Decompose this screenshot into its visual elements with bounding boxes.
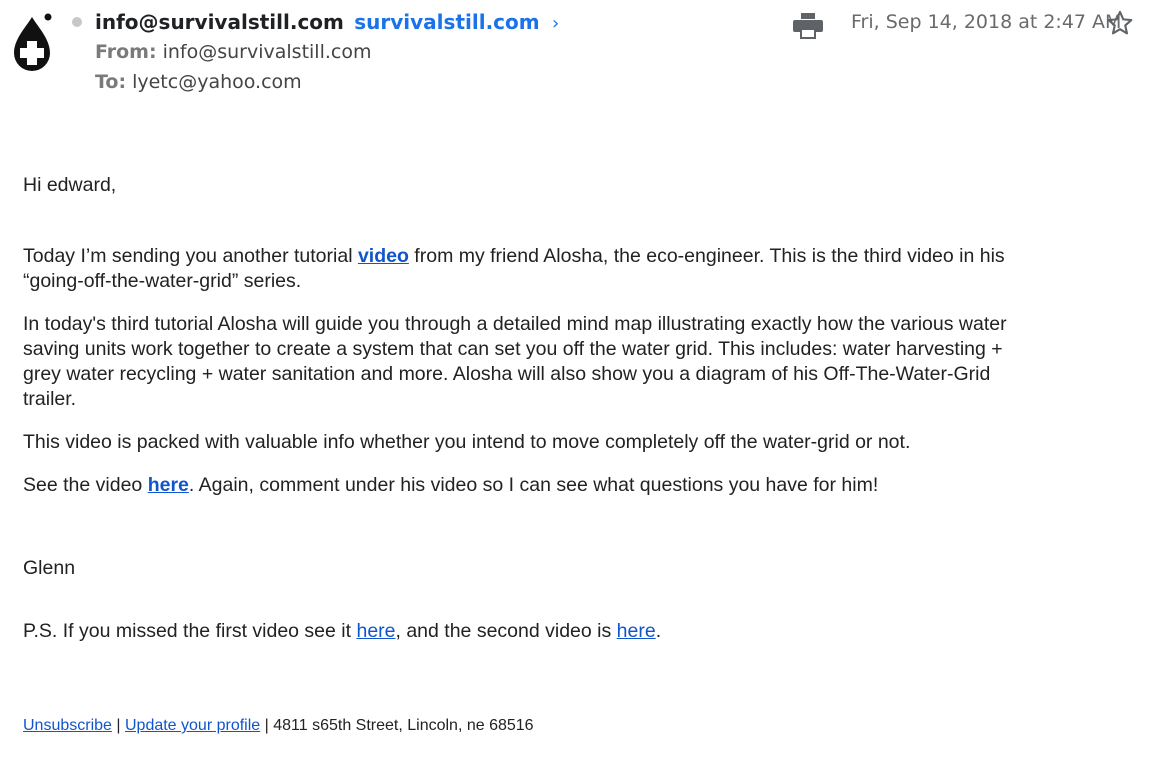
signature: Glenn xyxy=(23,557,76,579)
star-icon[interactable] xyxy=(1106,9,1134,37)
unsubscribe-link[interactable]: Unsubscribe xyxy=(23,717,112,734)
first-video-link[interactable]: here xyxy=(356,620,395,642)
footer-address: 4811 s65th Street, Lincoln, ne 68516 xyxy=(273,717,534,734)
from-value: info@survivalstill.com xyxy=(162,41,372,63)
postscript: P.S. If you missed the first video see i… xyxy=(23,619,1023,644)
video-link[interactable]: video xyxy=(358,245,409,267)
print-icon[interactable] xyxy=(793,13,823,39)
to-value: lyetc@yahoo.com xyxy=(132,71,302,93)
second-video-link[interactable]: here xyxy=(617,620,656,642)
sender-name[interactable]: info@survivalstill.com xyxy=(95,10,344,34)
email-header: info@survivalstill.com survivalstill.com… xyxy=(0,0,1164,110)
paragraph-intro: Today I’m sending you another tutorial v… xyxy=(23,244,1023,294)
water-drop-plus-icon[interactable] xyxy=(8,11,56,75)
see-video-here-link[interactable]: here xyxy=(148,474,189,496)
email-footer: Unsubscribe | Update your profile | 4811… xyxy=(23,717,534,735)
status-dot xyxy=(72,17,82,27)
ps-text-before: P.S. If you missed the first video see i… xyxy=(23,620,357,642)
to-label: To: xyxy=(95,71,127,93)
p1-text-before: Today I’m sending you another tutorial xyxy=(23,245,358,267)
greeting: Hi edward, xyxy=(23,174,117,196)
to-line: To: lyetc@yahoo.com xyxy=(95,71,302,93)
footer-separator: | xyxy=(111,717,125,734)
paragraph-see-video: See the video here. Again, comment under… xyxy=(23,473,1023,498)
sender-domain[interactable]: survivalstill.com xyxy=(354,10,539,34)
paragraph-details: In today's third tutorial Alosha will gu… xyxy=(23,313,1007,410)
update-profile-link[interactable]: Update your profile xyxy=(125,717,260,734)
footer-separator: | xyxy=(260,717,274,734)
paragraph-value: This video is packed with valuable info … xyxy=(23,431,911,453)
p4-text-after: . Again, comment under his video so I ca… xyxy=(188,474,879,496)
ps-text-after: . xyxy=(655,620,662,642)
from-line: From: info@survivalstill.com xyxy=(95,41,371,63)
p4-text-before: See the video xyxy=(23,474,148,496)
sender-line: info@survivalstill.com survivalstill.com… xyxy=(95,10,559,34)
email-date: Fri, Sep 14, 2018 at 2:47 AM xyxy=(851,11,1122,33)
from-label: From: xyxy=(95,41,157,63)
chevron-right-icon[interactable]: › xyxy=(552,13,559,34)
ps-text-middle: , and the second video is xyxy=(395,620,617,642)
